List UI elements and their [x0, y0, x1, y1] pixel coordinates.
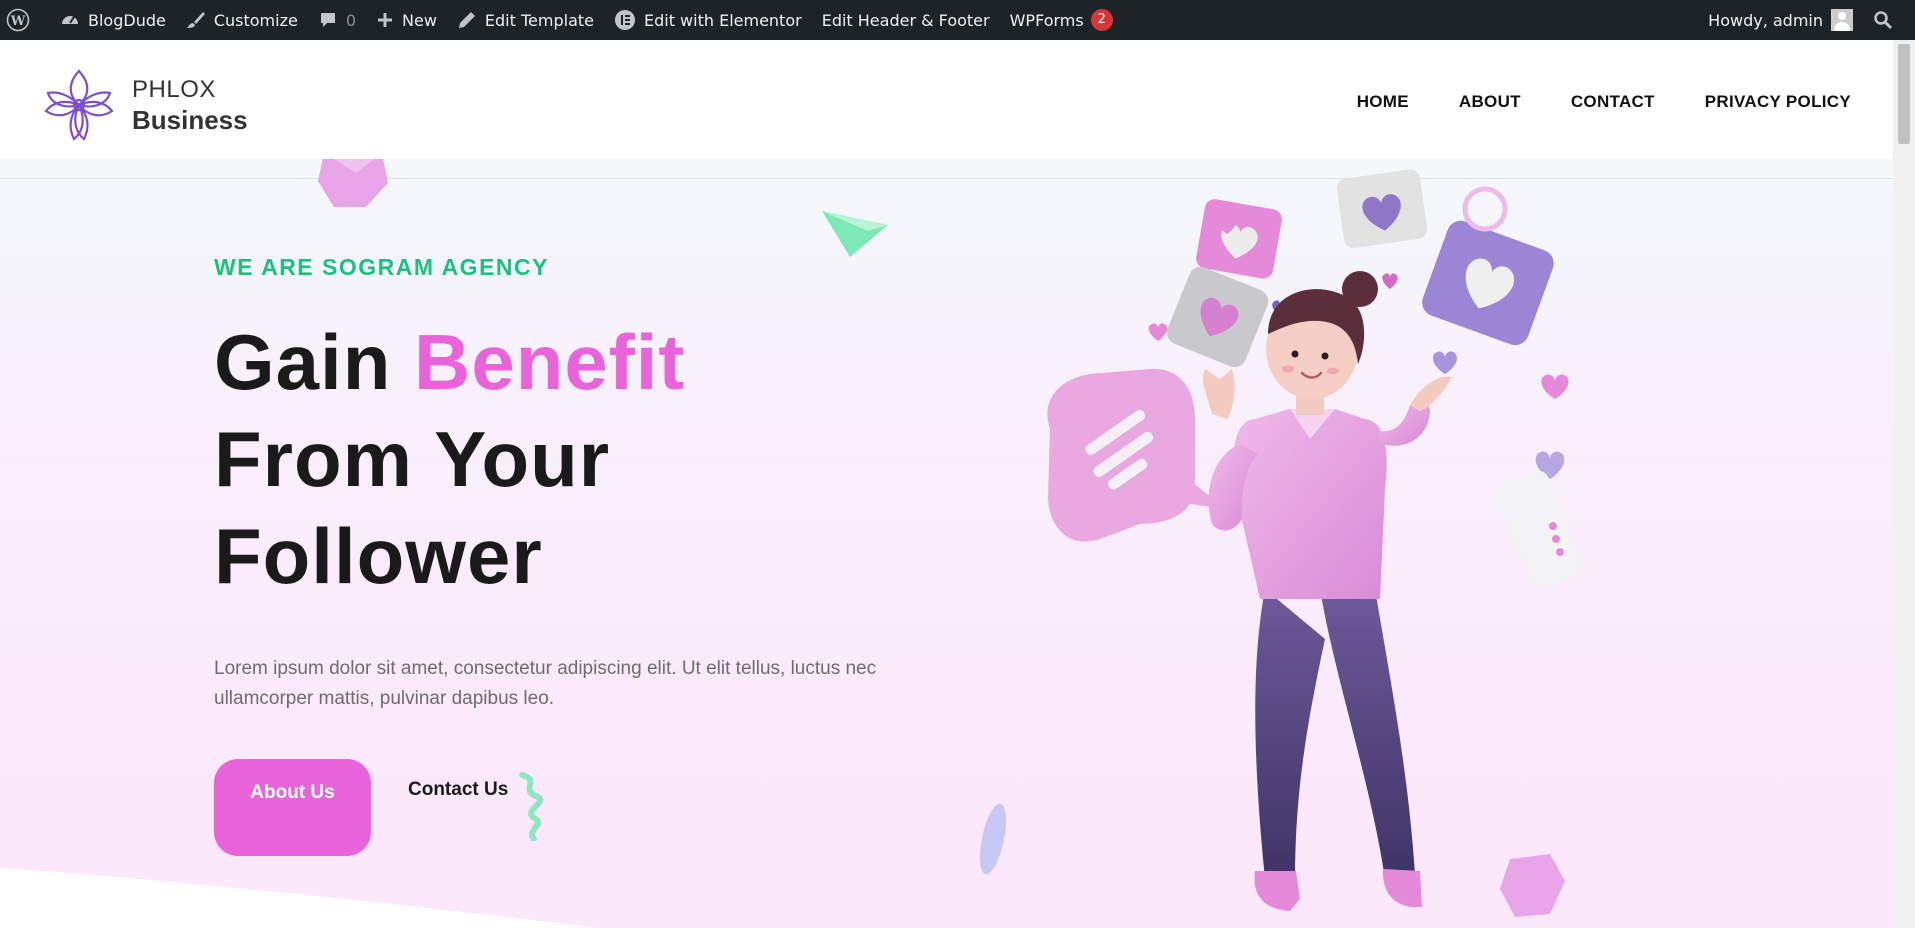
edit-with-elementor-label: Edit with Elementor: [643, 10, 802, 30]
site-header: PHLOX Business HOME ABOUT CONTACT PRIVAC…: [0, 40, 1893, 159]
my-account-link[interactable]: Howdy, admin: [1698, 0, 1863, 40]
main-navigation: HOME ABOUT CONTACT PRIVACY POLICY: [1307, 92, 1851, 112]
green-prism-decoration: [822, 211, 888, 257]
comments-link[interactable]: 0: [308, 0, 366, 40]
comment-icon: [320, 13, 335, 27]
svg-text:W: W: [10, 14, 26, 29]
wpforms-link[interactable]: WPForms 2: [1000, 0, 1123, 40]
dashboard-icon: [62, 16, 78, 24]
edit-header-footer-label: Edit Header & Footer: [821, 10, 990, 30]
wpforms-badge: 2: [1090, 9, 1113, 31]
search-icon: [1874, 11, 1893, 30]
bottom-wave-decoration: [0, 868, 600, 928]
pink-gem-decoration: [318, 159, 388, 207]
pencil-icon: [458, 12, 475, 28]
new-label: New: [402, 10, 437, 30]
customize-label: Customize: [213, 10, 298, 30]
edit-template-link[interactable]: Edit Template: [447, 0, 604, 40]
nav-item-about[interactable]: ABOUT: [1459, 92, 1521, 112]
new-content-link[interactable]: New: [366, 0, 447, 40]
contact-us-button[interactable]: Contact Us: [408, 779, 508, 801]
hero-headline: Gain Benefit From Your Follower: [214, 314, 685, 605]
flower-logo-icon: [44, 69, 114, 141]
avatar: [1831, 9, 1853, 31]
logo-subtitle: Business: [132, 105, 248, 135]
wpforms-label: WPForms: [1009, 10, 1084, 30]
nav-item-contact[interactable]: CONTACT: [1571, 92, 1655, 112]
plus-icon: [378, 13, 392, 27]
nav-item-privacy-policy[interactable]: PRIVACY POLICY: [1705, 92, 1851, 112]
brush-icon: [186, 12, 205, 28]
site-name-label: BlogDude: [88, 10, 166, 30]
elementor-icon: [614, 10, 635, 30]
page-scrollbar[interactable]: [1893, 40, 1915, 928]
customize-link[interactable]: Customize: [176, 0, 308, 40]
scrollbar-thumb[interactable]: [1898, 44, 1910, 144]
hero-section: WE ARE SOGRAM AGENCY Gain Benefit From Y…: [0, 159, 1893, 928]
hero-tagline: WE ARE SOGRAM AGENCY: [214, 254, 549, 280]
comments-count: 0: [345, 10, 356, 30]
wordpress-icon: W: [6, 8, 30, 32]
admin-search-button[interactable]: [1863, 0, 1915, 40]
headline-line3: Follower: [214, 512, 543, 600]
edit-with-elementor-link[interactable]: Edit with Elementor: [604, 0, 812, 40]
headline-part1: Gain: [214, 318, 415, 406]
edit-header-footer-link[interactable]: Edit Header & Footer: [812, 0, 1000, 40]
edit-template-label: Edit Template: [484, 10, 594, 30]
hero-description: Lorem ipsum dolor sit amet, consectetur …: [214, 658, 877, 709]
wordpress-logo-button[interactable]: W: [0, 0, 50, 40]
site-logo[interactable]: PHLOX Business: [38, 65, 248, 145]
headline-accent: Benefit: [414, 318, 686, 406]
site-name-link[interactable]: BlogDude: [50, 0, 176, 40]
hero-illustration: [1047, 169, 1584, 917]
headline-line2: From Your: [214, 415, 611, 503]
logo-title: PHLOX: [132, 76, 216, 103]
wp-admin-bar: W BlogDude Customize 0 New Edit Template…: [0, 0, 1915, 40]
nav-item-home[interactable]: HOME: [1357, 92, 1409, 112]
greeting-label: Howdy, admin: [1708, 10, 1823, 30]
